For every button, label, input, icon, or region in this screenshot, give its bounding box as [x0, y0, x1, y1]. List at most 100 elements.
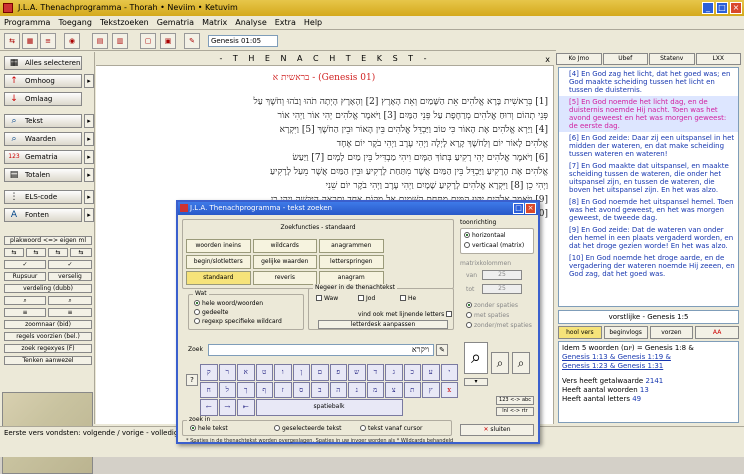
key[interactable]: ז — [274, 381, 292, 399]
radio-selected-text[interactable]: geselecteerde tekst — [274, 425, 341, 433]
gematria-button[interactable]: 123 Gematria — [4, 150, 82, 164]
letterdesk-button[interactable]: letterdesk aanpassen — [318, 320, 448, 329]
small-button-1[interactable]: plakwoord <=> eigen ml — [4, 236, 92, 245]
radio-both-spaces[interactable]: zonder/met spaties — [466, 322, 532, 330]
arrow-end-key[interactable]: ⇤ — [237, 399, 255, 416]
search-all-icon[interactable]: ⌕ — [512, 352, 530, 374]
key[interactable]: ב — [311, 381, 329, 399]
small-button-a[interactable]: ⇆ — [4, 248, 24, 257]
key[interactable]: מ — [366, 381, 384, 399]
els-arrow-button[interactable]: ▸ — [84, 190, 94, 204]
check-jod[interactable]: Jod — [358, 295, 375, 303]
option-reverse[interactable]: reveris — [252, 271, 317, 285]
info-refs[interactable]: Genesis 1:13 & Genesis 1:19 & — [562, 353, 735, 362]
key[interactable]: ן — [292, 364, 310, 381]
key[interactable]: ת — [403, 381, 421, 399]
dropdown-button[interactable]: ▾ — [464, 378, 488, 386]
backspace-key[interactable]: x — [440, 381, 458, 399]
option-words[interactable]: woorden ineins — [186, 239, 251, 253]
text-line[interactable]: [4] וַיַּרְא אֱלֹהִים אֶת הָאוֹר כִּי טו… — [100, 124, 548, 135]
radio-partial[interactable]: gedeelte — [194, 309, 228, 317]
verses-button[interactable]: vorzen — [649, 326, 694, 339]
small-button-3[interactable]: verselig — [48, 272, 92, 281]
text-arrow-button[interactable]: ▸ — [84, 114, 94, 128]
list-item[interactable]: [9] En God zeide: Dat de wateren van ond… — [559, 224, 738, 252]
from-input[interactable]: 25 — [482, 270, 522, 280]
radio-vertical[interactable]: verticaal (matrix) — [464, 242, 524, 250]
tool-icon-7[interactable]: ▢ — [140, 33, 156, 49]
menu-tekstzoeken[interactable]: Tekstzoeken — [100, 16, 149, 29]
small-button-7[interactable]: zoek regexyes (F) — [4, 344, 92, 353]
reference-input[interactable]: Genesis 01:05 — [208, 35, 278, 47]
key[interactable]: נ — [348, 381, 366, 399]
tab-ubef[interactable]: Ubef — [602, 53, 648, 65]
key[interactable]: ץ — [422, 381, 440, 399]
search-icon[interactable]: ⌕ — [464, 342, 488, 374]
key[interactable]: ס — [292, 381, 310, 399]
small-button-c[interactable]: ⇆ — [48, 248, 68, 257]
key[interactable]: ו — [274, 364, 292, 381]
radio-regexp[interactable]: regexp specifieke wildcard — [194, 318, 282, 326]
text-line[interactable]: וַיְהִי כֵן [8] וַיִּקְרָא אֱלֹהִים לָרָ… — [100, 180, 548, 191]
tool-icon-5[interactable]: ▤ — [92, 33, 108, 49]
up-arrow-button[interactable]: ▸ — [84, 74, 94, 88]
dialog-maximize-button[interactable]: □ — [513, 203, 524, 214]
radio-whole-text[interactable]: hele tekst — [190, 425, 228, 433]
abc-toggle-button[interactable]: 123 <-> abc — [496, 396, 534, 405]
menu-gematria[interactable]: Gematria — [157, 16, 194, 29]
font-size-button[interactable]: AA — [695, 326, 739, 339]
tool-icon-4[interactable]: ◉ — [64, 33, 80, 49]
tab-statenv[interactable]: Statenv — [649, 53, 695, 65]
text-line[interactable]: אֱלֹהִים אֶת הָרָקִיעַ וַיַּבְדֵּל בֵּין… — [100, 166, 548, 177]
menu-matrix[interactable]: Matrix — [202, 16, 227, 29]
key[interactable]: ם — [311, 364, 329, 381]
minimize-button[interactable]: _ — [702, 2, 714, 14]
menu-toegang[interactable]: Toegang — [58, 16, 91, 29]
radio-with-spaces[interactable]: met spaties — [466, 312, 509, 320]
radio-horizontal[interactable]: horizontaal — [464, 232, 506, 240]
key[interactable]: פ — [329, 364, 347, 381]
list-item[interactable]: [7] En God maakte dat uitspansel, en maa… — [559, 160, 738, 196]
list-item[interactable]: [6] En God zeide: Daar zij een uitspanse… — [559, 132, 738, 160]
select-all-button[interactable]: ▦ Alles selecteren — [4, 56, 82, 70]
key[interactable]: ה — [329, 381, 347, 399]
key[interactable]: ג — [385, 364, 403, 381]
key[interactable]: ך — [237, 381, 255, 399]
info-refs[interactable]: Genesis 1:23 & Genesis 1:31 — [562, 362, 735, 371]
els-code-button[interactable]: ⋮ ELS-code — [4, 190, 82, 204]
key[interactable]: ף — [255, 381, 273, 399]
list-item[interactable]: [4] En God zag het licht, dat het goed w… — [559, 68, 738, 96]
list-item[interactable]: [10] En God noemde het droge aarde, en d… — [559, 252, 738, 280]
tool-icon-9[interactable]: ✎ — [184, 33, 200, 49]
small-button-f[interactable]: ✓ — [48, 260, 92, 269]
small-button-2[interactable]: Rupsuur — [4, 272, 46, 281]
arrow-left-key[interactable]: ← — [200, 399, 218, 416]
menu-extra[interactable]: Extra — [275, 16, 296, 29]
search-input[interactable]: ויקרא — [208, 344, 434, 356]
key[interactable]: י — [440, 364, 458, 381]
option-anagrams[interactable]: anagrammen — [319, 239, 384, 253]
menu-analyse[interactable]: Analyse — [235, 16, 267, 29]
to-input[interactable]: 25 — [482, 284, 522, 294]
close-dialog-button[interactable]: ✕ sluiten — [460, 424, 534, 436]
list-item[interactable]: [8] En God noemde het uitspansel hemel. … — [559, 196, 738, 224]
list-item[interactable]: [5] En God noemde het licht dag, en de d… — [559, 96, 738, 132]
menu-help[interactable]: Help — [304, 16, 322, 29]
clear-input-button[interactable]: ✎ — [436, 344, 448, 356]
gematria-arrow-button[interactable]: ▸ — [84, 150, 94, 164]
radio-from-cursor[interactable]: tekst vanaf cursor — [360, 425, 422, 433]
fonts-button[interactable]: A Fonten — [4, 208, 82, 222]
down-button[interactable]: ↓ Omlaag — [4, 92, 82, 106]
tool-icon-3[interactable]: ≡ — [40, 33, 56, 49]
small-button-8[interactable]: Tenken aanwezel — [4, 356, 92, 365]
arrow-right-key[interactable]: → — [218, 399, 236, 416]
values-button[interactable]: ⌕ Waarden — [4, 132, 82, 146]
tool-icon-8[interactable]: ▣ — [160, 33, 176, 49]
check-he[interactable]: He — [400, 295, 416, 303]
key[interactable]: צ — [385, 381, 403, 399]
totals-arrow-button[interactable]: ▸ — [84, 168, 94, 182]
text-line[interactable]: [1] בְּרֵאשִׁית בָּרָא אֱלֹהִים אֵת הַשָ… — [100, 96, 548, 107]
text-line[interactable]: פְּנֵי תְהוֹם וְרוּחַ אֱלֹהִים מְרַחֶפֶת… — [100, 110, 548, 121]
tab-lxx[interactable]: LXX — [695, 53, 741, 65]
key[interactable]: ק — [200, 364, 218, 381]
